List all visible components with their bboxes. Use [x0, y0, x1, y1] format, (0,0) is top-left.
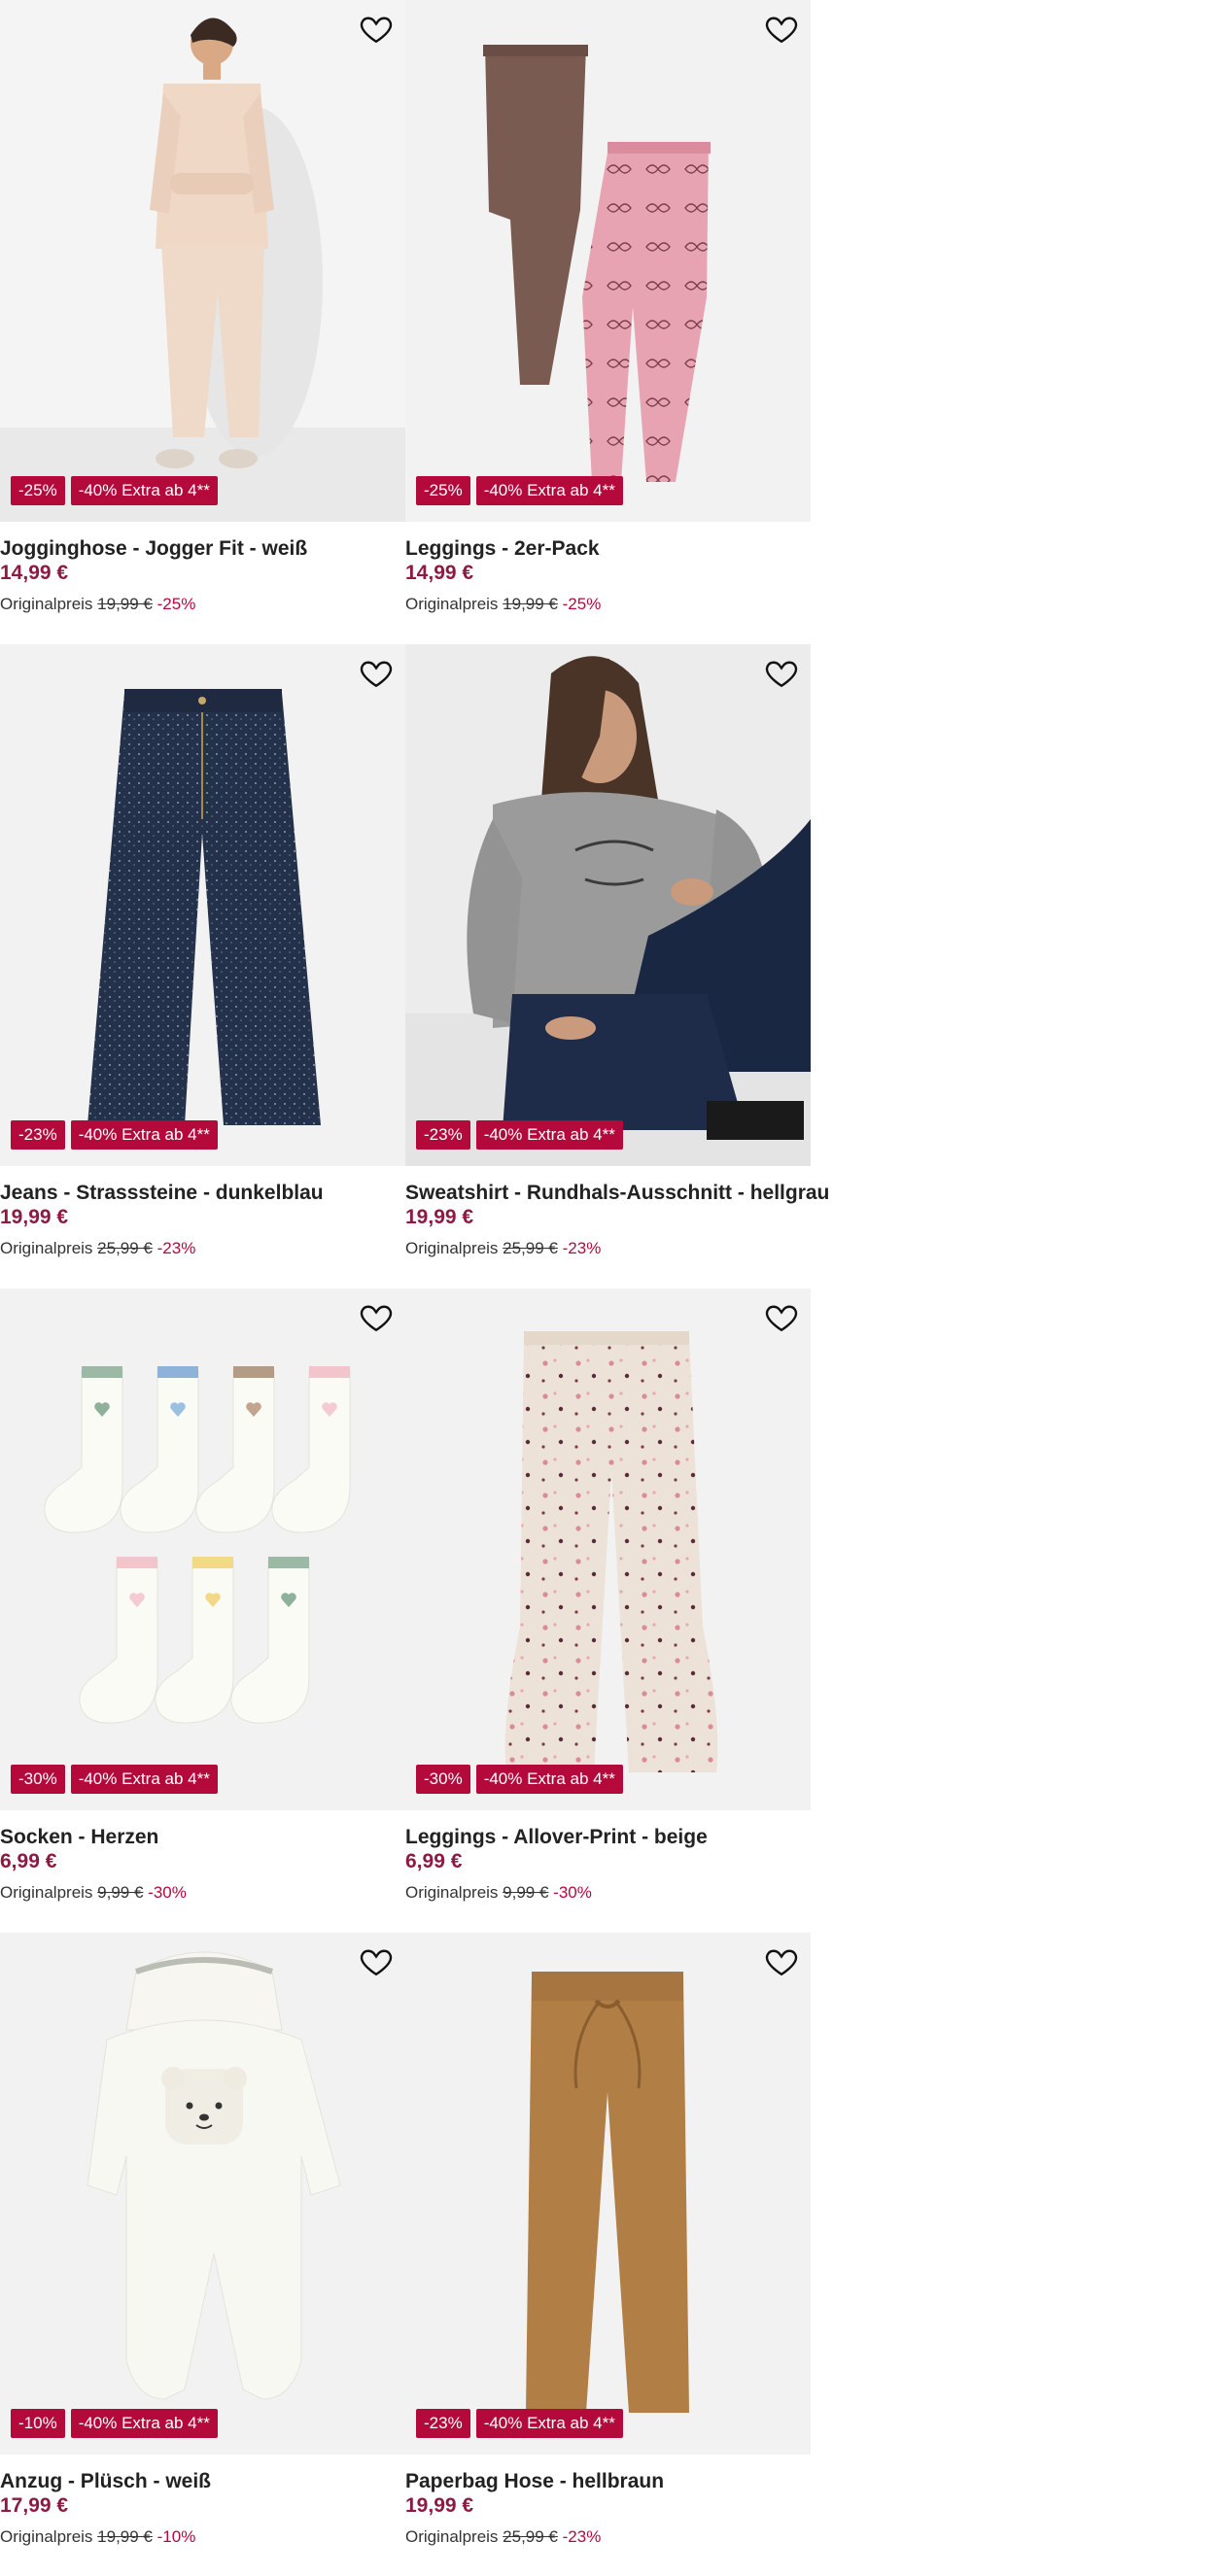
original-price-line: Originalpreis 19,99 € -25%: [405, 595, 601, 614]
product-title[interactable]: Leggings - 2er-Pack: [405, 537, 600, 561]
discount-badge: -25%: [11, 476, 65, 505]
plush-suit-photo: [87, 1951, 341, 2400]
savings-percent: -30%: [148, 1883, 187, 1902]
discount-badge: -30%: [416, 1765, 470, 1794]
original-price-label: Originalpreis: [405, 1883, 499, 1902]
extra-discount-badge: -40% Extra ab 4**: [70, 476, 218, 505]
savings-percent: -10%: [156, 2527, 196, 2546]
savings-percent: -25%: [562, 595, 602, 613]
badge-group: -23% -40% Extra ab 4**: [416, 1120, 623, 1150]
badge-group: -10% -40% Extra ab 4**: [11, 2409, 218, 2438]
original-price-label: Originalpreis: [0, 2527, 93, 2546]
original-price: 25,99 €: [97, 1239, 153, 1257]
wishlist-heart-icon[interactable]: [359, 656, 394, 691]
product-image[interactable]: -30% -40% Extra ab 4**: [405, 1288, 811, 1810]
product-image[interactable]: -10% -40% Extra ab 4**: [0, 1933, 405, 2455]
product-title[interactable]: Paperbag Hose - hellbraun: [405, 2470, 664, 2493]
original-price-label: Originalpreis: [405, 1239, 499, 1257]
flared-leggings-photo: [504, 1331, 718, 1772]
badge-group: -23% -40% Extra ab 4**: [11, 1120, 218, 1150]
original-price-label: Originalpreis: [0, 1239, 93, 1257]
jogger-photo: [0, 0, 405, 522]
sock-row-bottom: [79, 1557, 310, 1724]
wishlist-heart-icon[interactable]: [359, 1300, 394, 1335]
savings-percent: -23%: [562, 2527, 602, 2546]
original-price: 9,99 €: [97, 1883, 144, 1902]
original-price: 19,99 €: [97, 2527, 153, 2546]
product-title[interactable]: Jeans - Strasssteine - dunkelblau: [0, 1182, 324, 1205]
sweatshirt-photo: [405, 644, 811, 1166]
wishlist-heart-icon[interactable]: [764, 1944, 799, 1979]
original-price-label: Originalpreis: [0, 595, 93, 613]
original-price: 19,99 €: [503, 595, 558, 613]
discount-badge: -23%: [416, 2409, 470, 2438]
discount-badge: -23%: [416, 1120, 470, 1150]
leggings-pack-photo: [483, 45, 711, 482]
original-price: 19,99 €: [97, 595, 153, 613]
product-image[interactable]: -23% -40% Extra ab 4**: [0, 644, 405, 1166]
extra-discount-badge: -40% Extra ab 4**: [475, 1120, 623, 1150]
product-image[interactable]: -25% -40% Extra ab 4**: [0, 0, 405, 522]
wishlist-heart-icon[interactable]: [359, 12, 394, 47]
product-price: 19,99 €: [405, 2494, 474, 2517]
product-title[interactable]: Socken - Herzen: [0, 1826, 158, 1849]
original-price-line: Originalpreis 19,99 € -25%: [0, 595, 195, 614]
discount-badge: -10%: [11, 2409, 65, 2438]
product-title[interactable]: Anzug - Plüsch - weiß: [0, 2470, 211, 2493]
product-image[interactable]: -23% -40% Extra ab 4**: [405, 644, 811, 1166]
jeans-photo: [87, 689, 321, 1125]
original-price: 25,99 €: [503, 2527, 558, 2546]
socks-photo: [44, 1366, 351, 1724]
wishlist-heart-icon[interactable]: [764, 656, 799, 691]
original-price-label: Originalpreis: [405, 2527, 499, 2546]
original-price-line: Originalpreis 25,99 € -23%: [405, 2527, 601, 2547]
wishlist-heart-icon[interactable]: [359, 1944, 394, 1979]
product-title[interactable]: Leggings - Allover-Print - beige: [405, 1826, 708, 1849]
original-price: 9,99 €: [503, 1883, 549, 1902]
savings-percent: -23%: [562, 1239, 602, 1257]
extra-discount-badge: -40% Extra ab 4**: [70, 1120, 218, 1150]
product-title[interactable]: Sweatshirt - Rundhals-Ausschnitt - hellg…: [405, 1182, 829, 1205]
discount-badge: -25%: [416, 476, 470, 505]
savings-percent: -25%: [156, 595, 196, 613]
product-price: 17,99 €: [0, 2494, 69, 2517]
product-price: 6,99 €: [0, 1850, 57, 1872]
product-title[interactable]: Jogginghose - Jogger Fit - weiß: [0, 537, 307, 561]
original-price: 25,99 €: [503, 1239, 558, 1257]
paperbag-pants-photo: [526, 1972, 689, 2413]
extra-discount-badge: -40% Extra ab 4**: [475, 476, 623, 505]
extra-discount-badge: -40% Extra ab 4**: [70, 1765, 218, 1794]
savings-percent: -30%: [553, 1883, 592, 1902]
original-price-label: Originalpreis: [405, 595, 499, 613]
badge-group: -30% -40% Extra ab 4**: [11, 1765, 218, 1794]
original-price-line: Originalpreis 19,99 € -10%: [0, 2527, 195, 2547]
product-price: 6,99 €: [405, 1850, 463, 1872]
badge-group: -25% -40% Extra ab 4**: [416, 476, 623, 505]
original-price-label: Originalpreis: [0, 1883, 93, 1902]
discount-badge: -23%: [11, 1120, 65, 1150]
product-image[interactable]: -23% -40% Extra ab 4**: [405, 1933, 811, 2455]
discount-badge: -30%: [11, 1765, 65, 1794]
original-price-line: Originalpreis 25,99 € -23%: [0, 1239, 195, 1258]
extra-discount-badge: -40% Extra ab 4**: [475, 2409, 623, 2438]
wishlist-heart-icon[interactable]: [764, 12, 799, 47]
product-price: 19,99 €: [405, 1206, 474, 1228]
wishlist-heart-icon[interactable]: [764, 1300, 799, 1335]
extra-discount-badge: -40% Extra ab 4**: [70, 2409, 218, 2438]
product-price: 19,99 €: [0, 1206, 69, 1228]
product-price: 14,99 €: [405, 562, 474, 584]
original-price-line: Originalpreis 25,99 € -23%: [405, 1239, 601, 1258]
original-price-line: Originalpreis 9,99 € -30%: [405, 1883, 592, 1903]
badge-group: -23% -40% Extra ab 4**: [416, 2409, 623, 2438]
extra-discount-badge: -40% Extra ab 4**: [475, 1765, 623, 1794]
badge-group: -30% -40% Extra ab 4**: [416, 1765, 623, 1794]
product-price: 14,99 €: [0, 562, 69, 584]
product-image[interactable]: -30% -40% Extra ab 4**: [0, 1288, 405, 1810]
savings-percent: -23%: [156, 1239, 196, 1257]
badge-group: -25% -40% Extra ab 4**: [11, 476, 218, 505]
original-price-line: Originalpreis 9,99 € -30%: [0, 1883, 187, 1903]
sock-row-top: [44, 1366, 351, 1533]
product-image[interactable]: -25% -40% Extra ab 4**: [405, 0, 811, 522]
